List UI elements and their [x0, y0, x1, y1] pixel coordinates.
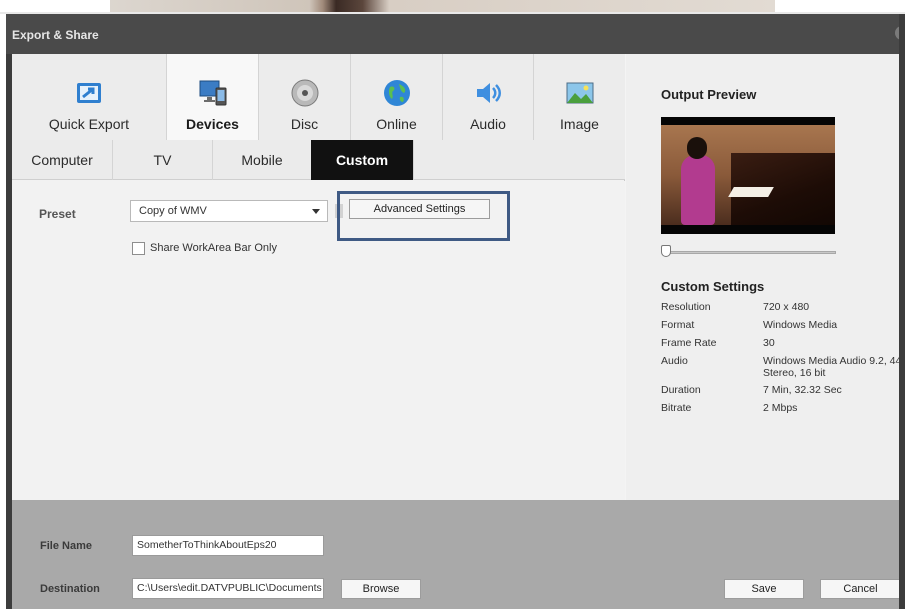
scrubber-handle[interactable]	[661, 245, 671, 257]
subtab-mobile[interactable]: Mobile	[213, 140, 311, 180]
preview-scrubber[interactable]	[666, 251, 836, 254]
chevron-down-icon	[312, 209, 320, 214]
setting-key: Format	[661, 319, 695, 331]
setting-value: 720 x 480	[763, 301, 810, 313]
quick-export-icon	[77, 83, 101, 103]
tab-label: Quick Export	[48, 116, 130, 132]
file-name-field[interactable]: SometherToThinkAboutEps20	[132, 535, 324, 556]
advanced-settings-button[interactable]: Advanced Settings	[349, 199, 490, 219]
subtab-computer[interactable]: Computer	[12, 140, 113, 180]
setting-key: Bitrate	[661, 402, 692, 414]
preset-value: Copy of WMV	[139, 205, 207, 217]
browse-button[interactable]: Browse	[341, 579, 421, 599]
export-share-dialog: Export & Share Quick Export Devices Disc…	[6, 14, 905, 609]
save-button[interactable]: Save	[724, 579, 804, 599]
preset-label: Preset	[39, 207, 76, 221]
setting-value: 30	[763, 337, 775, 349]
setting-key: Resolution	[661, 301, 711, 313]
setting-value: Windows Media	[763, 319, 838, 331]
preset-dropdown[interactable]: Copy of WMV	[130, 200, 328, 222]
setting-key: Duration	[661, 384, 701, 396]
sub-tabs: Computer TV Mobile Custom	[12, 140, 625, 180]
preview-thumbnail	[661, 117, 835, 234]
preview-head	[687, 137, 707, 159]
custom-settings-title: Custom Settings	[661, 279, 765, 294]
setting-value: Windows Media Audio 9.2, 44 Hz, Stereo, …	[763, 355, 905, 379]
title-bar[interactable]: Export & Share	[6, 14, 905, 54]
share-workarea-checkbox[interactable]	[132, 242, 145, 255]
devices-icon	[199, 80, 226, 106]
destination-label: Destination	[40, 583, 100, 595]
image-icon	[566, 82, 593, 104]
globe-icon	[383, 80, 410, 106]
main-tabs: Quick Export Devices Disc Online Audio I…	[12, 54, 625, 140]
speaker-icon	[477, 83, 501, 103]
preview-frame	[661, 125, 835, 225]
tab-label: Audio	[470, 116, 506, 132]
preview-person	[681, 155, 715, 225]
tab-label: Disc	[290, 116, 319, 132]
tab-label: Online	[376, 116, 417, 132]
setting-key: Frame Rate	[661, 337, 717, 349]
preset-form: Preset Copy of WMV Advanced Settings Sha…	[12, 181, 625, 500]
preview-keys	[728, 187, 774, 197]
setting-value: 2 Mbps	[763, 402, 798, 414]
tab-quick-export[interactable]: Quick Export	[12, 54, 167, 140]
output-preview-title: Output Preview	[661, 87, 757, 102]
setting-value: 7 Min, 32.32 Sec	[763, 384, 842, 396]
disc-icon	[291, 79, 318, 107]
output-preview-panel: Output Preview Custom Settings Resolutio…	[626, 54, 905, 500]
subtab-custom[interactable]: Custom	[311, 140, 414, 180]
setting-key: Audio	[661, 355, 688, 367]
background-strip	[0, 0, 905, 14]
cancel-button[interactable]: Cancel	[820, 579, 901, 599]
destination-field[interactable]: C:\Users\edit.DATVPUBLIC\Documents	[132, 578, 324, 599]
settings-panel: Quick Export Devices Disc Online Audio I…	[12, 54, 625, 500]
tab-devices[interactable]: Devices	[167, 54, 259, 140]
window-right-edge	[899, 14, 905, 609]
tab-audio[interactable]: Audio	[443, 54, 534, 140]
footer-bar: File Name SometherToThinkAboutEps20 Dest…	[12, 500, 905, 609]
file-name-label: File Name	[40, 540, 92, 552]
tab-label: Devices	[186, 116, 239, 132]
subtab-tv[interactable]: TV	[113, 140, 213, 180]
share-workarea-label: Share WorkArea Bar Only	[150, 242, 277, 254]
window-title: Export & Share	[12, 28, 99, 42]
tab-disc[interactable]: Disc	[259, 54, 351, 140]
tab-label: Image	[560, 116, 599, 132]
tab-image[interactable]: Image	[534, 54, 625, 140]
tab-online[interactable]: Online	[351, 54, 443, 140]
main-panel: Quick Export Devices Disc Online Audio I…	[12, 54, 905, 500]
